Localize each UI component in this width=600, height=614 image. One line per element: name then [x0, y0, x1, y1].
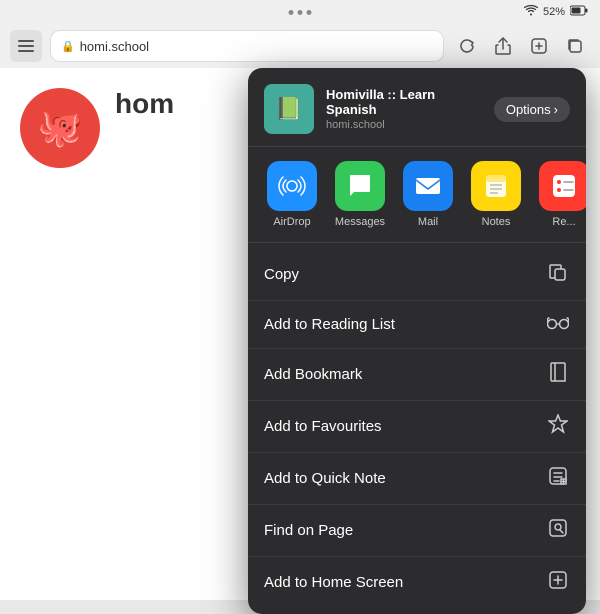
octopus-logo: 🐙	[20, 88, 100, 168]
action-quick-note[interactable]: Add to Quick Note	[248, 453, 586, 505]
share-info: Homivilla :: Learn Spanish homi.school	[326, 87, 482, 131]
tabs-button[interactable]	[560, 31, 590, 61]
action-find-on-page[interactable]: Find on Page	[248, 505, 586, 557]
share-thumbnail: 📗	[264, 84, 314, 134]
action-favourites[interactable]: Add to Favourites	[248, 401, 586, 453]
messages-icon	[335, 161, 385, 211]
reminders-label: Re...	[552, 216, 575, 228]
copy-icon	[546, 262, 570, 287]
airdrop-icon	[267, 161, 317, 211]
status-dots	[289, 10, 312, 15]
share-site-url: homi.school	[326, 119, 482, 131]
options-button[interactable]: Options ›	[494, 97, 570, 122]
lock-icon: 🔒	[61, 40, 75, 53]
url-text: homi.school	[80, 39, 149, 54]
notes-icon	[471, 161, 521, 211]
sidebar-button[interactable]	[10, 30, 42, 62]
action-reading-list[interactable]: Add to Reading List	[248, 301, 586, 349]
book-icon	[546, 362, 570, 387]
notes-label: Notes	[482, 216, 511, 228]
browser-background: 52% 🔒 homi.school	[0, 0, 600, 600]
home-screen-label: Add to Home Screen	[264, 574, 403, 591]
mail-icon	[403, 161, 453, 211]
action-copy[interactable]: Copy	[248, 249, 586, 301]
share-header: 📗 Homivilla :: Learn Spanish homi.school…	[248, 68, 586, 147]
find-icon	[546, 518, 570, 543]
url-bar[interactable]: 🔒 homi.school	[50, 30, 444, 62]
quick-note-label: Add to Quick Note	[264, 470, 386, 487]
messages-label: Messages	[335, 216, 385, 228]
action-list: Copy Add to Reading List	[248, 243, 586, 614]
battery-percent: 52%	[543, 6, 565, 18]
new-tab-button[interactable]	[524, 31, 554, 61]
bookmark-label: Add Bookmark	[264, 366, 362, 383]
action-bookmark[interactable]: Add Bookmark	[248, 349, 586, 401]
app-item-reminders[interactable]: Re...	[530, 161, 586, 228]
copy-label: Copy	[264, 266, 299, 283]
app-item-mail[interactable]: Mail	[394, 161, 462, 228]
chevron-right-icon: ›	[554, 102, 558, 117]
share-site-title: Homivilla :: Learn Spanish	[326, 87, 482, 117]
reload-button[interactable]	[452, 31, 482, 61]
page-title-text: hom	[115, 88, 174, 120]
action-home-screen[interactable]: Add to Home Screen	[248, 557, 586, 608]
wifi-icon	[524, 5, 538, 19]
status-right: 52%	[524, 5, 588, 19]
app-item-airdrop[interactable]: AirDrop	[258, 161, 326, 228]
star-icon	[546, 414, 570, 439]
find-on-page-label: Find on Page	[264, 522, 353, 539]
status-bar: 52%	[0, 0, 600, 24]
plus-square-icon	[546, 570, 570, 595]
quick-note-icon	[546, 466, 570, 491]
apps-row: AirDrop Messages Mail	[248, 147, 586, 243]
favourites-label: Add to Favourites	[264, 418, 382, 435]
reading-list-label: Add to Reading List	[264, 316, 395, 333]
toolbar-buttons	[452, 31, 590, 61]
glasses-icon	[546, 314, 570, 335]
battery-icon	[570, 5, 588, 19]
app-item-notes[interactable]: Notes	[462, 161, 530, 228]
share-button[interactable]	[488, 31, 518, 61]
reminders-icon	[539, 161, 586, 211]
airdrop-label: AirDrop	[273, 216, 310, 228]
mail-label: Mail	[418, 216, 438, 228]
address-bar: 🔒 homi.school	[0, 24, 600, 68]
share-sheet: 📗 Homivilla :: Learn Spanish homi.school…	[248, 68, 586, 614]
app-item-messages[interactable]: Messages	[326, 161, 394, 228]
